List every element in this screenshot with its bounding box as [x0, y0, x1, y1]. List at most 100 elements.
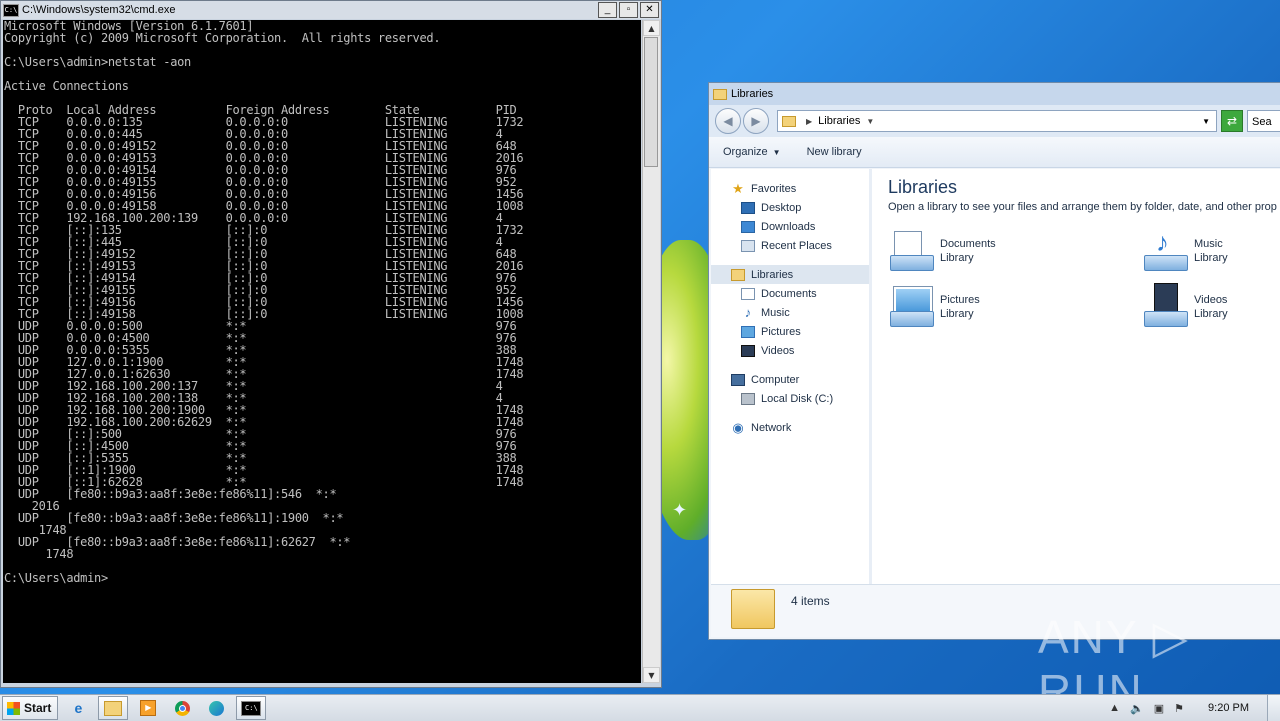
item-count: 4 items [791, 594, 830, 608]
computer-icon [731, 373, 745, 386]
cmd-window[interactable]: C:\ C:\Windows\system32\cmd.exe _ ▫ ✕ Mi… [0, 0, 662, 688]
taskbar-cmd[interactable]: C:\ [236, 696, 267, 720]
nav-item-local-disk[interactable]: Local Disk (C:) [711, 389, 869, 408]
maximize-button[interactable]: ▫ [619, 2, 638, 18]
network-status-icon[interactable]: ▣ [1154, 702, 1164, 715]
nav-item-computer[interactable]: Computer [711, 370, 869, 389]
star-icon: ★ [732, 180, 744, 196]
nav-label: Music [761, 306, 790, 319]
nav-label: Computer [751, 373, 800, 386]
address-bar[interactable]: ▶ Libraries ▼ ▼ [777, 110, 1217, 132]
library-name: Pictures [940, 294, 980, 306]
libraries-icon [731, 268, 745, 281]
nav-item-pictures[interactable]: Pictures [711, 322, 869, 341]
videos-library-icon [1142, 283, 1190, 327]
edge-icon [208, 700, 224, 716]
folder-icon [713, 88, 727, 100]
organize-button[interactable]: Organize ▼ [723, 146, 781, 158]
nav-item-downloads[interactable]: Downloads [711, 217, 869, 236]
library-tile-videos[interactable]: Videos Library [1142, 283, 1280, 333]
libraries-large-folder-icon [731, 589, 775, 629]
explorer-command-bar: Organize ▼ New library [709, 137, 1280, 168]
clock[interactable]: 9:20 PM [1208, 702, 1249, 714]
back-button[interactable]: ◀ [715, 108, 741, 134]
nav-item-music[interactable]: ♪ Music [711, 303, 869, 322]
library-type: Library [940, 308, 974, 320]
taskbar-edge[interactable] [202, 697, 230, 719]
music-icon: ♪ [744, 304, 752, 320]
nav-item-recent-places[interactable]: Recent Places [711, 236, 869, 255]
library-name: Videos [1194, 294, 1228, 306]
taskbar-chrome[interactable] [168, 697, 196, 719]
cmd-console[interactable]: Microsoft Windows [Version 6.1.7601] Cop… [3, 20, 641, 683]
taskbar-media-player[interactable]: ▶ [134, 697, 162, 719]
close-button[interactable]: ✕ [640, 2, 659, 18]
cmd-icon: C:\ [241, 700, 262, 716]
new-library-button[interactable]: New library [807, 146, 862, 158]
minimize-button[interactable]: _ [598, 2, 617, 18]
library-tile-pictures[interactable]: Pictures Library [888, 283, 1108, 333]
scroll-thumb[interactable] [644, 37, 658, 167]
library-type: Library [1194, 308, 1228, 320]
cmd-scrollbar[interactable]: ▲ ▼ [642, 20, 660, 683]
volume-icon[interactable]: 🔈 [1130, 702, 1144, 715]
nav-item-favorites[interactable]: ★ Favorites [711, 179, 869, 198]
show-desktop-button[interactable] [1267, 695, 1280, 721]
nav-label: Videos [761, 344, 795, 357]
breadcrumb-dropdown-icon[interactable]: ▼ [866, 117, 874, 126]
nav-item-desktop[interactable]: Desktop [711, 198, 869, 217]
nav-item-videos[interactable]: Videos [711, 341, 869, 360]
nav-label: Pictures [761, 325, 801, 338]
library-name: Documents [940, 238, 996, 250]
library-tile-documents[interactable]: Documents Library [888, 227, 1108, 277]
show-hidden-icons-icon[interactable]: ▲ [1109, 702, 1120, 714]
start-button[interactable]: Start [2, 696, 59, 720]
library-type: Library [940, 252, 974, 264]
nav-label: Local Disk (C:) [761, 392, 834, 405]
taskbar-internet-explorer[interactable]: e [64, 697, 92, 719]
explorer-window-title: Libraries [731, 88, 774, 100]
refresh-icon[interactable]: ⇄ [1221, 110, 1243, 132]
cmd-window-title: C:\Windows\system32\cmd.exe [22, 4, 176, 16]
start-label: Start [24, 701, 52, 715]
nav-label: Recent Places [761, 239, 832, 252]
content-pane: Libraries Open a library to see your fil… [872, 169, 1280, 585]
organize-label: Organize [723, 146, 768, 158]
cmd-title-bar[interactable]: C:\ C:\Windows\system32\cmd.exe _ ▫ ✕ [1, 1, 661, 19]
nav-label: Favorites [751, 182, 797, 195]
explorer-title-bar[interactable]: Libraries [709, 83, 1280, 105]
disk-drive-icon [741, 392, 755, 405]
documents-icon [741, 287, 755, 300]
nav-label: Downloads [761, 220, 816, 233]
wallpaper-sparkle: ✦ [672, 500, 688, 521]
media-player-icon: ▶ [140, 700, 157, 716]
chrome-icon [174, 700, 190, 716]
videos-icon [741, 344, 755, 357]
library-tile-music[interactable]: ♪ Music Library [1142, 227, 1280, 277]
forward-button[interactable]: ▶ [743, 108, 769, 134]
nav-item-libraries[interactable]: Libraries [711, 265, 869, 284]
library-type: Library [1194, 252, 1228, 264]
taskbar-explorer[interactable] [98, 696, 129, 720]
documents-library-icon [888, 227, 936, 271]
action-center-icon[interactable]: ⚑ [1174, 702, 1184, 715]
cmd-output: Microsoft Windows [Version 6.1.7601] Cop… [4, 20, 524, 585]
recent-places-icon [741, 239, 755, 252]
explorer-navigation-bar: ◀ ▶ ▶ Libraries ▼ ▼ ⇄ Sea [709, 105, 1280, 137]
nav-item-documents[interactable]: Documents [711, 284, 869, 303]
nav-item-network[interactable]: ◉ Network [711, 418, 869, 437]
scroll-up-icon[interactable]: ▲ [643, 20, 660, 36]
internet-explorer-icon: e [74, 700, 83, 716]
folder-icon [104, 700, 123, 716]
breadcrumb-chevron-icon[interactable]: ▶ [806, 117, 812, 126]
breadcrumb-libraries[interactable]: Libraries [818, 115, 860, 127]
search-input[interactable]: Sea [1247, 110, 1280, 132]
scroll-down-icon[interactable]: ▼ [643, 667, 660, 683]
explorer-main: ★ Favorites Desktop Downloads Recent Plac… [711, 169, 1280, 585]
libraries-folder-icon [782, 115, 796, 127]
nav-label: Documents [761, 287, 817, 300]
address-history-dropdown-icon[interactable]: ▼ [1202, 117, 1210, 126]
explorer-window[interactable]: Libraries ◀ ▶ ▶ Libraries ▼ ▼ ⇄ Sea Orga… [708, 82, 1280, 640]
taskbar: Start e ▶ C:\ ▲ 🔈 ▣ ⚑ 9:20 PM [0, 694, 1280, 721]
system-tray: ▲ 🔈 ▣ ⚑ 9:20 PM [1109, 695, 1280, 721]
